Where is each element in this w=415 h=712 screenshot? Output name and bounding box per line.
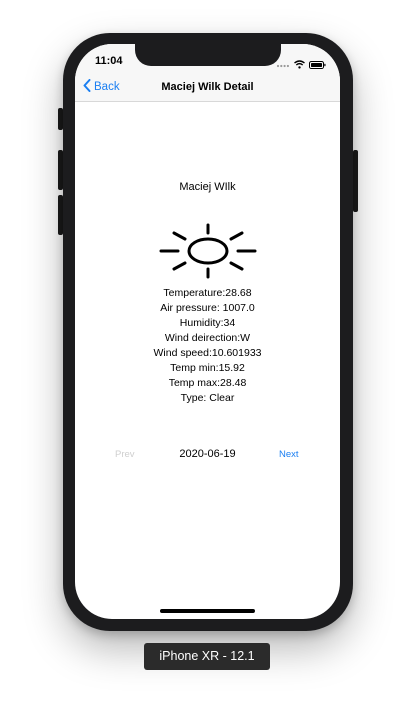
air-pressure-label: Air pressure: 1007.0 — [160, 302, 255, 314]
wifi-icon — [294, 56, 305, 74]
page-title: Maciej Wilk Detail — [161, 81, 254, 93]
next-button[interactable]: Next — [279, 449, 299, 460]
app-screen: 11:04 Back Maciej Wilk Detail Maciej WIl… — [75, 44, 340, 619]
status-icons — [276, 56, 326, 74]
device-notch — [135, 44, 281, 66]
temperature-label: Temperature:28.68 — [163, 287, 252, 299]
sun-icon — [158, 222, 258, 285]
temp-max-label: Temp max:28.48 — [168, 377, 247, 389]
temp-min-label: Temp min:15.92 — [170, 362, 245, 374]
date-pager: Prev 2020-06-19 Next — [75, 447, 340, 463]
person-name: Maciej WIlk — [179, 181, 236, 193]
status-time: 11:04 — [95, 55, 123, 67]
home-indicator[interactable] — [160, 609, 255, 613]
wind-direction-label: Wind deirection:W — [164, 332, 251, 344]
battery-icon — [309, 56, 326, 74]
power-button — [353, 150, 358, 212]
humidity-label: Humidity:34 — [179, 317, 236, 329]
date-label: 2020-06-19 — [179, 448, 236, 460]
weather-type-label: Type: Clear — [180, 392, 235, 404]
weather-details: Temperature:28.68 Air pressure: 1007.0 H… — [75, 286, 340, 406]
navigation-bar: Back Maciej Wilk Detail — [75, 74, 340, 102]
wind-speed-label: Wind speed:10.601933 — [153, 347, 262, 359]
simulator-device-label: iPhone XR - 12.1 — [144, 643, 270, 670]
